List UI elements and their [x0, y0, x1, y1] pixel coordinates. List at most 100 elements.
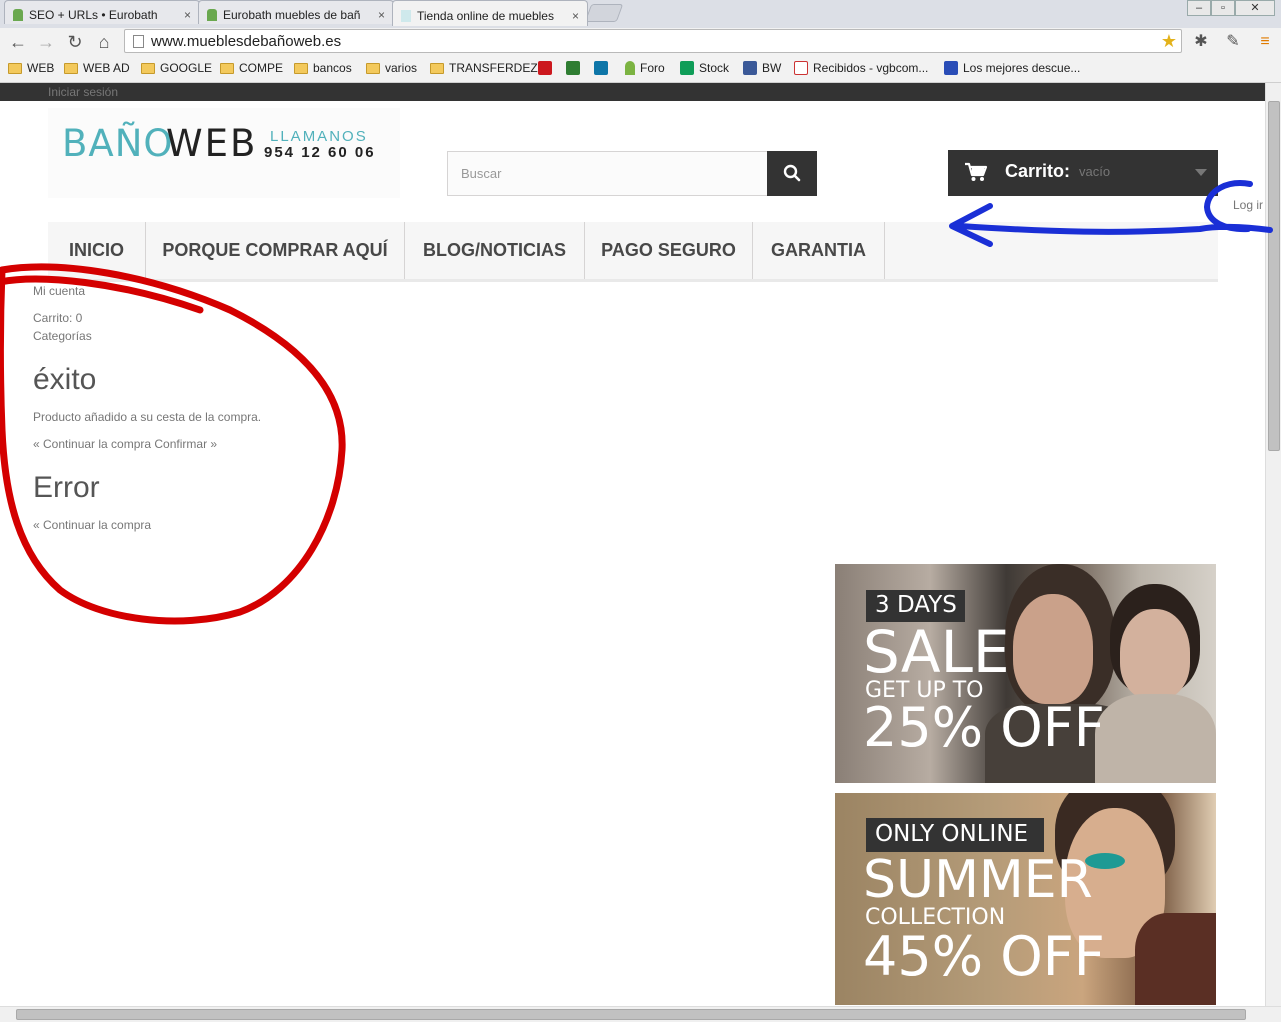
bookmark-deals[interactable]: Los mejores descue...: [944, 61, 1080, 75]
cart-value: vacío: [1079, 164, 1111, 179]
bookmark-stock[interactable]: Stock: [680, 61, 729, 75]
menu-icon[interactable]: ≡: [1254, 31, 1276, 53]
back-icon[interactable]: ←: [6, 30, 30, 54]
cart-label: Carrito:: [1005, 161, 1071, 181]
site-icon: [566, 61, 580, 75]
browser-tabstrip: SEO + URLs • Eurobath × Eurobath muebles…: [0, 0, 1281, 28]
search-icon: [783, 164, 801, 182]
logo-text-web: WEB: [166, 122, 258, 165]
banner-face-image: [1013, 594, 1093, 704]
close-window-button[interactable]: ✕: [1235, 0, 1275, 16]
banner-face2-image: [1120, 609, 1190, 699]
browser-tab[interactable]: SEO + URLs • Eurobath ×: [4, 0, 200, 24]
facebook-icon: [743, 61, 757, 75]
search-input[interactable]: Buscar: [447, 151, 768, 196]
bookmark-star-icon[interactable]: ★: [1161, 31, 1177, 52]
folder-icon: [64, 62, 78, 74]
home-icon[interactable]: ⌂: [92, 30, 116, 54]
scrollbar-thumb[interactable]: [1268, 101, 1280, 451]
error-title: Error: [33, 471, 100, 504]
bookmark-folder[interactable]: COMPE: [220, 61, 283, 75]
tab-title: Eurobath muebles de bañ: [223, 7, 361, 22]
bookmark-site[interactable]: [566, 61, 585, 75]
banner-headline: SALE: [863, 618, 1010, 686]
folder-icon: [366, 62, 380, 74]
login-link-top[interactable]: Iniciar sesión: [48, 85, 118, 99]
tab-close-icon[interactable]: ×: [378, 8, 385, 22]
bookmark-folder[interactable]: TRANSFERDEZ: [430, 61, 538, 75]
linkedin-icon: [594, 61, 608, 75]
categories-link[interactable]: Categorías: [33, 329, 92, 343]
scrollbar-thumb[interactable]: [16, 1009, 1246, 1020]
tab-title: SEO + URLs • Eurobath: [29, 7, 158, 22]
menu-item-pago-seguro[interactable]: PAGO SEGURO: [585, 222, 753, 279]
browser-tab-active[interactable]: Tienda online de muebles ×: [392, 0, 588, 26]
bookmark-folder[interactable]: GOOGLE: [141, 61, 212, 75]
bookmark-linkedin[interactable]: [594, 61, 613, 75]
tab-favicon-icon: [401, 9, 411, 22]
bookmark-youtube[interactable]: [538, 61, 557, 75]
site-logo[interactable]: BAÑO WEB LLAMANOS 954 12 60 06: [48, 108, 400, 198]
chevron-down-icon: [1195, 169, 1207, 176]
screenshot-root: SEO + URLs • Eurobath × Eurobath muebles…: [0, 0, 1281, 1022]
login-link[interactable]: Log ir: [1233, 198, 1263, 212]
folder-icon: [294, 62, 308, 74]
banner-discount: 25% OFF: [863, 696, 1105, 759]
menu-item-inicio[interactable]: INICIO: [48, 222, 146, 279]
continue-shopping-link[interactable]: « Continuar la compra: [33, 518, 151, 532]
page-topbar: Iniciar sesión: [0, 83, 1265, 101]
bookmark-folder[interactable]: varios: [366, 61, 417, 75]
continue-confirm-links[interactable]: « Continuar la compra Confirmar »: [33, 437, 217, 451]
reload-icon[interactable]: ↻: [63, 30, 87, 54]
banner-sunglasses-image: [1135, 913, 1216, 1005]
gmail-icon: [794, 61, 808, 75]
maximize-button[interactable]: ▫: [1211, 0, 1235, 16]
success-message: Producto añadido a su cesta de la compra…: [33, 410, 262, 424]
bookmark-foro[interactable]: Foro: [625, 61, 665, 75]
menu-item-garantia[interactable]: GARANTIA: [753, 222, 885, 279]
success-title: éxito: [33, 363, 97, 396]
banner-tag: ONLY ONLINE: [866, 818, 1044, 852]
folder-icon: [430, 62, 444, 74]
banner-discount: 45% OFF: [863, 925, 1105, 988]
address-url[interactable]: www.mueblesdebañoweb.es: [151, 33, 341, 50]
shopping-cart-icon: [965, 162, 988, 181]
my-account-link[interactable]: Mi cuenta: [33, 284, 85, 298]
logo-phone: 954 12 60 06: [264, 144, 376, 161]
tab-close-icon[interactable]: ×: [184, 8, 191, 22]
bookmark-gmail[interactable]: Recibidos - vgbcom...: [794, 61, 928, 75]
folder-icon: [141, 62, 155, 74]
tab-close-icon[interactable]: ×: [572, 9, 579, 23]
foro-icon: [625, 61, 635, 75]
extension-tool-icon[interactable]: ✎: [1222, 31, 1244, 53]
bookmark-folder[interactable]: WEB AD: [64, 61, 130, 75]
minimize-button[interactable]: –: [1187, 0, 1211, 16]
banner-headline: SUMMER: [863, 850, 1093, 910]
menu-item-porque-comprar[interactable]: PORQUE COMPRAR AQUÍ: [146, 222, 405, 279]
logo-call-label: LLAMANOS: [270, 128, 368, 145]
page-icon: [133, 35, 144, 48]
sheets-icon: [680, 61, 694, 75]
bookmark-folder[interactable]: WEB: [8, 61, 54, 75]
youtube-icon: [538, 61, 552, 75]
address-bar[interactable]: www.mueblesdebañoweb.es ★: [124, 29, 1182, 53]
forward-icon[interactable]: →: [34, 30, 58, 54]
folder-icon: [220, 62, 234, 74]
bookmark-folder[interactable]: bancos: [294, 61, 352, 75]
logo-text-bano: BAÑO: [62, 122, 174, 165]
tab-title: Tienda online de muebles: [417, 8, 554, 23]
search-button[interactable]: [767, 151, 817, 196]
bookmark-bw[interactable]: BW: [743, 61, 781, 75]
vertical-scrollbar[interactable]: [1265, 83, 1281, 1006]
sale-banner[interactable]: 3 DAYS SALE GET UP TO 25% OFF: [835, 564, 1216, 783]
extension-bug-icon[interactable]: ✱: [1190, 31, 1212, 53]
tab-favicon-icon: [207, 8, 217, 21]
menu-item-blog[interactable]: BLOG/NOTICIAS: [405, 222, 585, 279]
cart-count-link[interactable]: Carrito: 0: [33, 311, 82, 325]
new-tab-button[interactable]: [584, 4, 624, 22]
summer-banner[interactable]: ONLY ONLINE SUMMER COLLECTION 45% OFF: [835, 793, 1216, 1005]
browser-tab[interactable]: Eurobath muebles de bañ ×: [198, 0, 394, 24]
cart-block[interactable]: Carrito: vacío: [948, 150, 1218, 196]
horizontal-scrollbar[interactable]: [0, 1006, 1281, 1022]
folder-icon: [8, 62, 22, 74]
